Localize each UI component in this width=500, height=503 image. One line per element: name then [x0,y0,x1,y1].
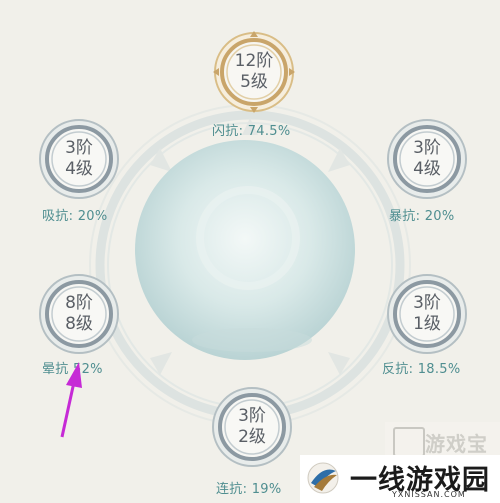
node-text: 3阶 1级 [386,273,468,355]
talent-wheel: 12阶 5级 闪抗: 74.5% 3阶 4级 吸抗: 20% 3阶 4级 暴抗:… [0,0,500,503]
watermark-youxibao: 游戏宝 [385,422,500,458]
stat-label-bottom: 连抗: 19% [216,482,282,497]
stat-label-top: 闪抗: 74.5% [212,124,291,139]
tier-label: 3阶 [65,138,93,158]
node-text: 3阶 4级 [386,118,468,200]
talent-node-upper-right[interactable]: 3阶 4级 [386,118,468,200]
tier-label: 12阶 [234,51,274,71]
site-url: YXNISSAN.COM [392,490,466,499]
node-text: 3阶 4级 [38,118,120,200]
watermark-box-icon [393,427,425,457]
node-text: 8阶 8级 [38,273,120,355]
level-label: 4级 [65,159,93,179]
stat-label-upper-left: 吸抗: 20% [42,209,108,224]
talent-node-top[interactable]: 12阶 5级 [213,31,295,113]
tier-label: 8阶 [65,293,93,313]
tier-label: 3阶 [238,406,266,426]
level-label: 1级 [413,314,441,334]
watermark-text: 游戏宝 [425,432,488,456]
site-logo-icon [307,462,339,494]
level-label: 5级 [240,72,268,92]
level-label: 4级 [413,159,441,179]
stat-label-upper-right: 暴抗: 20% [389,209,455,224]
level-label: 8级 [65,314,93,334]
stat-label-lower-left: 晕抗 52% [42,362,103,377]
level-label: 2级 [238,427,266,447]
node-text: 3阶 2级 [211,386,293,468]
tier-label: 3阶 [413,293,441,313]
watermark-site: 一线游戏园 YXNISSAN.COM [300,455,500,503]
stat-label-lower-right: 反抗: 18.5% [382,362,461,377]
talent-node-upper-left[interactable]: 3阶 4级 [38,118,120,200]
talent-node-lower-right[interactable]: 3阶 1级 [386,273,468,355]
talent-node-lower-left[interactable]: 8阶 8级 [38,273,120,355]
node-text: 12阶 5级 [213,31,295,113]
talent-node-bottom[interactable]: 3阶 2级 [211,386,293,468]
tier-label: 3阶 [413,138,441,158]
